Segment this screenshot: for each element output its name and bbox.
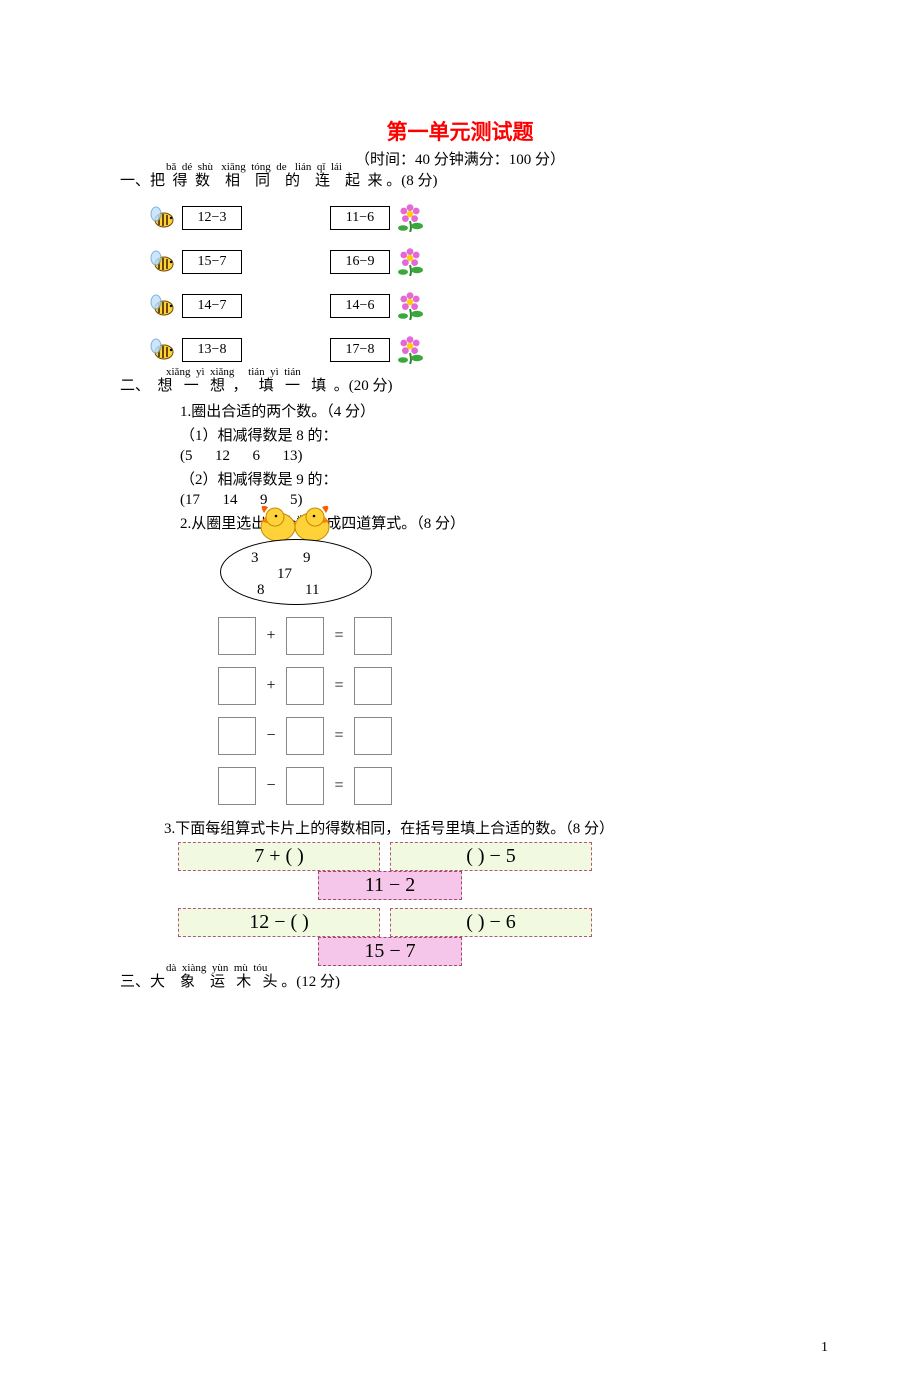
match-row: 15−7 16−9 [148,240,800,284]
fill-card[interactable]: 7 + ( ) [178,842,380,871]
q1b-stem: （2）相减得数是 9 的： [180,468,800,489]
section3-cn: 三、大 象 运 木 头 。(12 分) [120,974,800,991]
number-box[interactable] [218,717,256,755]
number-box[interactable] [286,667,324,705]
match-row: 14−7 14−6 [148,284,800,328]
expression-card[interactable]: 15−7 [182,250,242,274]
q3-card-area: 7 + ( ) ( ) − 5 11 − 2 12 − ( ) ( ) − 6 … [178,842,800,966]
number-oval: 3 9 17 8 11 [220,539,372,605]
expression-card[interactable]: 11−6 [330,206,390,230]
equals-sign: = [324,677,354,695]
number-box[interactable] [286,717,324,755]
expression-card[interactable]: 14−7 [182,294,242,318]
q1a-stem: （1）相减得数是 8 的： [180,424,800,445]
section1-cn: 一、把 得 数 相 同 的 连 起 来 。(8 分) [120,173,800,190]
equals-sign: = [324,727,354,745]
bee-icon [148,336,176,364]
expression-card[interactable]: 13−8 [182,338,242,362]
operator: + [256,627,286,645]
number-box[interactable] [218,667,256,705]
expression-card[interactable]: 14−6 [330,294,390,318]
expression-card[interactable]: 12−3 [182,206,242,230]
equals-sign: = [324,627,354,645]
center-card: 15 − 7 [318,937,462,966]
section3-heading: dà xiàng yùn mù tóu 三、大 象 运 木 头 。(12 分) [120,974,800,991]
section1-pinyin: bǎ dé shù xiāng tóng de lián qǐ lái [166,161,342,173]
number-oval-wrap: 3 9 17 8 11 [220,539,380,605]
number-box[interactable] [354,767,392,805]
number-box[interactable] [218,767,256,805]
equation-row: −= [218,767,800,805]
bee-icon [148,204,176,232]
section2-heading: xiǎng yì xiǎng tián yì tián 二、 想 一 想 ， 填… [120,378,800,395]
flower-icon [396,204,428,232]
oval-num: 8 [257,582,265,599]
number-box[interactable] [218,617,256,655]
expression-card[interactable]: 16−9 [330,250,390,274]
page-number: 1 [821,1340,828,1356]
q1a-options: (5 12 6 13) [180,448,800,465]
flower-icon [396,292,428,320]
section2-cn: 二、 想 一 想 ， 填 一 填 。(20 分) [120,378,800,395]
flower-icon [396,248,428,276]
number-box[interactable] [354,667,392,705]
match-block: 12−3 11−6 15−7 16−9 14−7 14−6 13−8 17−8 [148,196,800,372]
operator: + [256,677,286,695]
number-box[interactable] [354,717,392,755]
section1-heading: bǎ dé shù xiāng tóng de lián qǐ lái 一、把 … [120,173,800,190]
bee-icon [148,248,176,276]
worksheet-page: 第一单元测试题 （时间：40 分钟满分：100 分） bǎ dé shù xiā… [0,0,920,1376]
page-title: 第一单元测试题 [120,116,800,146]
fill-card[interactable]: ( ) − 6 [390,908,592,937]
equation-row: += [218,617,800,655]
center-card: 11 − 2 [318,871,462,900]
q3-head: 3.下面每组算式卡片上的得数相同，在括号里填上合适的数。（8 分） [164,817,800,838]
card-row: 12 − ( ) ( ) − 6 [178,908,800,937]
section3-pinyin: dà xiàng yùn mù tóu [166,962,267,974]
section2-pinyin: xiǎng yì xiǎng tián yì tián [166,366,301,378]
equation-row: −= [218,717,800,755]
flower-icon [396,336,428,364]
equation-row: += [218,667,800,705]
bee-icon [148,292,176,320]
equation-block: +=+=−=−= [218,617,800,805]
number-box[interactable] [286,767,324,805]
operator: − [256,777,286,795]
card-row: 7 + ( ) ( ) − 5 [178,842,800,871]
equals-sign: = [324,777,354,795]
fill-card[interactable]: 12 − ( ) [178,908,380,937]
oval-num: 11 [305,582,319,599]
operator: − [256,727,286,745]
number-box[interactable] [354,617,392,655]
expression-card[interactable]: 17−8 [330,338,390,362]
fill-card[interactable]: ( ) − 5 [390,842,592,871]
oval-num: 17 [277,566,292,583]
oval-num: 9 [303,550,311,567]
q1-head: 1.圈出合适的两个数。（4 分） [180,400,800,421]
number-box[interactable] [286,617,324,655]
oval-num: 3 [251,550,259,567]
match-row: 12−3 11−6 [148,196,800,240]
